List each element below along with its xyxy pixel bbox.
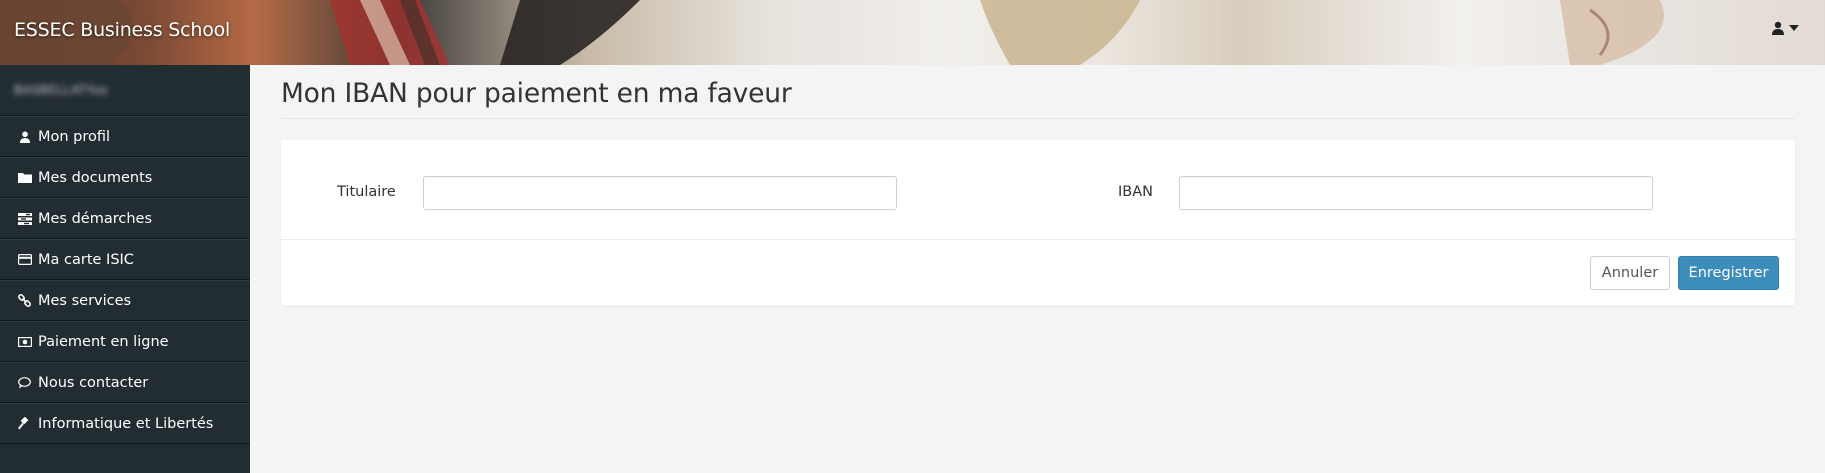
sidebar-item-mon-profil[interactable]: Mon profil: [0, 116, 250, 157]
brand-title[interactable]: ESSEC Business School: [14, 19, 230, 41]
title-divider: [281, 118, 1795, 119]
sidebar-item-label: Mes services: [38, 292, 132, 309]
caret-down-icon: [1789, 25, 1799, 31]
user-icon: [17, 129, 32, 144]
sidebar-item-paiement-en-ligne[interactable]: Paiement en ligne: [0, 321, 250, 362]
folder-icon: [17, 170, 32, 185]
save-button[interactable]: Enregistrer: [1678, 256, 1779, 290]
sidebar-item-label: Paiement en ligne: [38, 333, 169, 350]
credit-card-icon: [17, 252, 32, 267]
sidebar-item-label: Mon profil: [38, 128, 111, 145]
holder-label: Titulaire: [337, 184, 396, 200]
iban-input[interactable]: [1179, 176, 1653, 210]
sidebar-item-mes-documents[interactable]: Mes documents: [0, 157, 250, 198]
sidebar-item-informatique-et-libertes[interactable]: Informatique et Libertés: [0, 403, 250, 444]
comment-icon: [17, 375, 32, 390]
top-header: ESSEC Business School: [0, 0, 1825, 65]
sidebar-item-nous-contacter[interactable]: Nous contacter: [0, 362, 250, 403]
sidebar-item-label: Ma carte ISIC: [38, 251, 134, 268]
form-footer-divider: [281, 239, 1795, 240]
sidebar-item-label: Informatique et Libertés: [38, 415, 214, 432]
cancel-button[interactable]: Annuler: [1590, 256, 1670, 290]
money-icon: [17, 334, 32, 349]
link-icon: [17, 293, 32, 308]
header-banner-image: [0, 0, 1664, 65]
gavel-icon: [17, 416, 32, 431]
sidebar: BASBELLATYus Mon profil Mes documents Me…: [0, 65, 250, 473]
sidebar-user-name: BASBELLATYus: [14, 83, 108, 97]
holder-input[interactable]: [423, 176, 897, 210]
user-menu-toggle[interactable]: [1771, 21, 1799, 35]
sidebar-item-mes-demarches[interactable]: Mes démarches: [0, 198, 250, 239]
iban-label: IBAN: [1118, 184, 1153, 200]
user-icon: [1771, 21, 1785, 35]
sidebar-item-ma-carte-isic[interactable]: Ma carte ISIC: [0, 239, 250, 280]
sidebar-item-label: Nous contacter: [38, 374, 149, 391]
page-title: Mon IBAN pour paiement en ma faveur: [281, 78, 792, 109]
sidebar-item-label: Mes documents: [38, 169, 153, 186]
tasks-icon: [17, 211, 32, 226]
sidebar-item-label: Mes démarches: [38, 210, 153, 227]
sidebar-item-mes-services[interactable]: Mes services: [0, 280, 250, 321]
sidebar-user-panel: BASBELLATYus: [0, 65, 250, 116]
iban-form-card: Titulaire IBAN Annuler Enregistrer: [281, 140, 1795, 306]
